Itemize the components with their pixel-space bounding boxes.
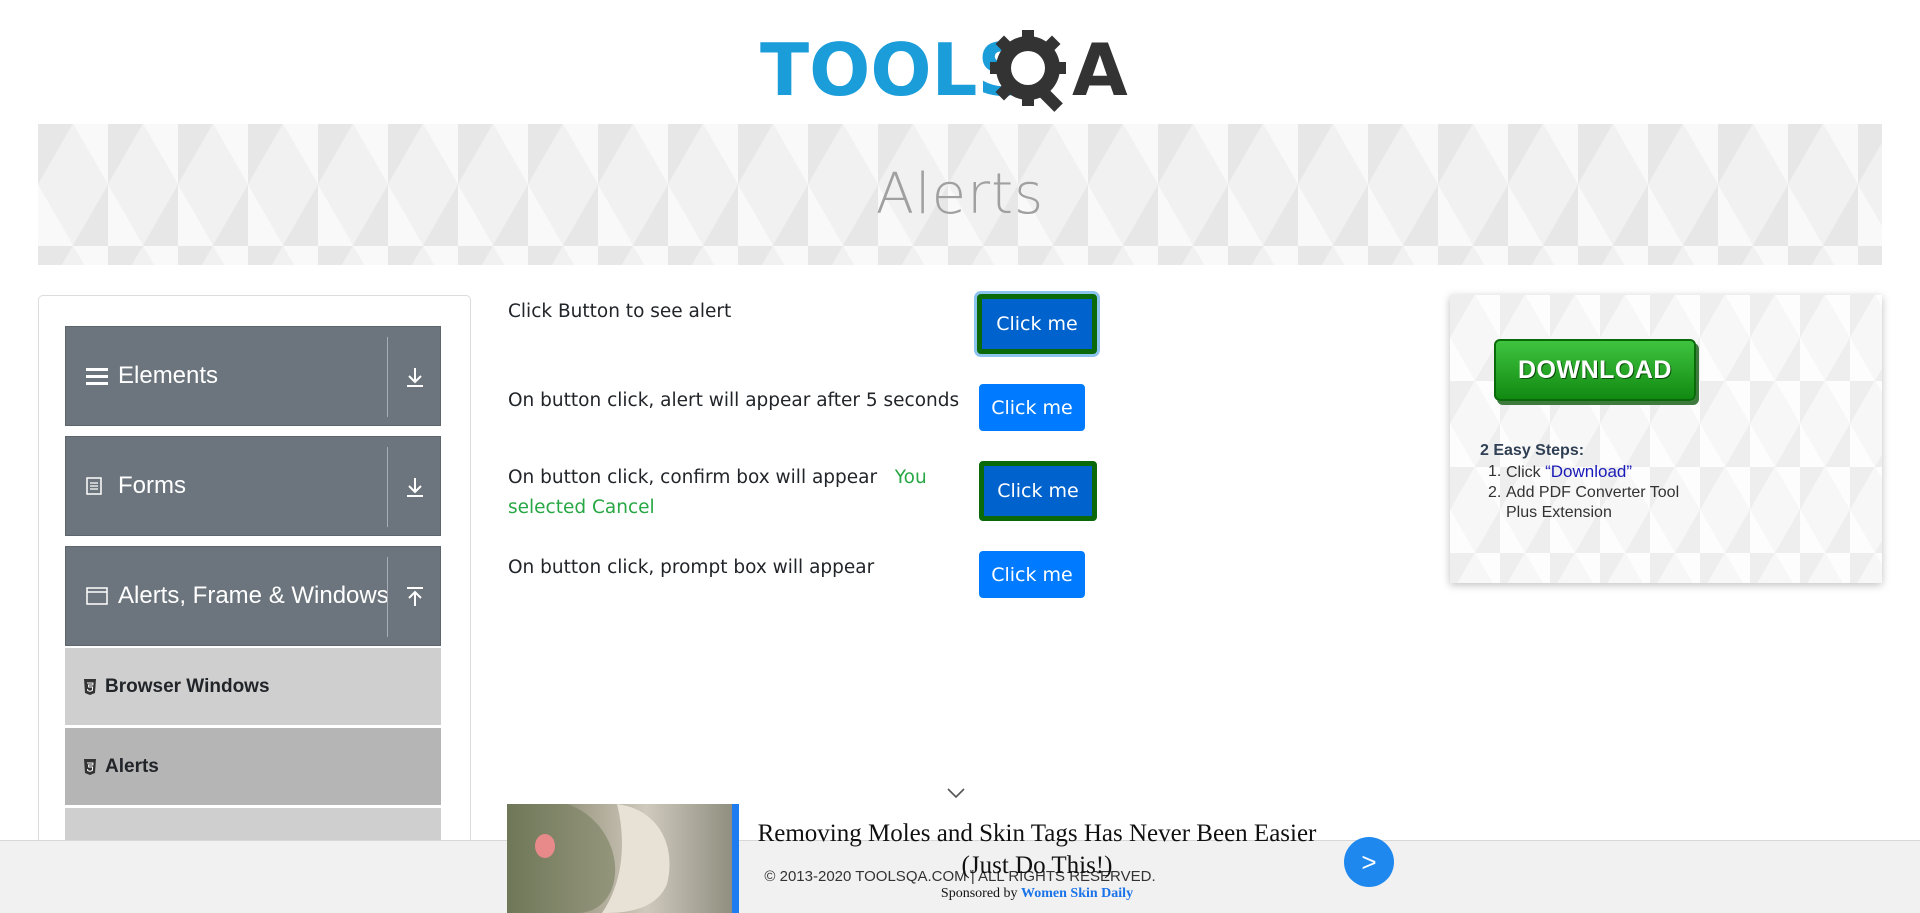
sidebar-group-label: Elements: [118, 362, 219, 389]
sidebar-item-label: Alerts: [105, 755, 159, 777]
ad-image[interactable]: [507, 804, 739, 913]
logo-text-a: A: [1072, 28, 1128, 112]
sidebar: Elements Forms Alerts, Frame & Windows B…: [38, 295, 471, 913]
ad-accent-bar: [732, 804, 739, 913]
upload-arrow-icon[interactable]: [400, 582, 430, 612]
page-banner: Alerts: [38, 124, 1882, 265]
steps-title: 2 Easy Steps:: [1480, 442, 1585, 459]
prompt-button[interactable]: Click me: [979, 551, 1085, 598]
window-icon: [86, 587, 112, 605]
toolsqa-logo[interactable]: TOOLS A: [760, 18, 1165, 113]
sidebar-group-label: Forms: [118, 472, 186, 499]
confirm-row-text: On button click, confirm box will appear…: [508, 463, 948, 523]
ad-headline[interactable]: Removing Moles and Skin Tags Has Never B…: [747, 818, 1327, 882]
sidebar-group-label: Alerts, Frame & Windows: [118, 582, 389, 609]
divider: [387, 557, 388, 637]
html5-icon: [83, 758, 97, 775]
steps-list: 1. Click “Download” 2. Add PDF Converter T…: [1488, 462, 1680, 523]
step-1-link[interactable]: “Download”: [1545, 462, 1632, 481]
ad-sponsor-name[interactable]: Women Skin Daily: [1021, 886, 1133, 901]
ad-next-button[interactable]: >: [1344, 837, 1394, 887]
sidebar-item-label: Browser Windows: [105, 675, 270, 697]
download-ad-button[interactable]: DOWNLOAD: [1494, 339, 1696, 401]
download-arrow-icon[interactable]: [400, 362, 430, 392]
sidebar-group-alerts-frame-windows[interactable]: Alerts, Frame & Windows: [65, 546, 441, 646]
sidebar-group-forms[interactable]: Forms: [65, 436, 441, 536]
timer-alert-button[interactable]: Click me: [979, 384, 1085, 431]
bottom-ad[interactable]: Removing Moles and Skin Tags Has Never B…: [507, 804, 1407, 913]
sidebar-group-elements[interactable]: Elements: [65, 326, 441, 426]
download-arrow-icon[interactable]: [400, 472, 430, 502]
step-2: 2. Add PDF Converter Tool: [1488, 484, 1680, 501]
ad-sponsor: Sponsored by Women Skin Daily: [940, 886, 1134, 901]
confirm-row-label: On button click, confirm box will appear: [508, 467, 878, 488]
logo-text-tools: TOOLS: [760, 28, 1029, 112]
page-title: Alerts: [875, 162, 1045, 227]
divider: [387, 447, 388, 527]
alert-row-1-text: Click Button to see alert: [508, 301, 732, 322]
confirm-button[interactable]: Click me: [979, 461, 1097, 521]
sidebar-item-alerts[interactable]: Alerts: [65, 728, 441, 805]
timer-alert-row-text: On button click, alert will appear after…: [508, 390, 960, 411]
step-1: 1. Click “Download”: [1488, 462, 1633, 481]
prompt-row-text: On button click, prompt box will appear: [508, 557, 875, 578]
chevron-down-icon[interactable]: [946, 786, 966, 800]
sidebar-item-browser-windows[interactable]: Browser Windows: [65, 648, 441, 725]
html5-icon: [83, 678, 97, 695]
right-ad[interactable]: DOWNLOAD 2 Easy Steps: 1. Click “Download…: [1450, 295, 1882, 583]
form-icon: [86, 477, 112, 495]
divider: [387, 337, 388, 417]
step-2-cont: Plus Extension: [1506, 504, 1612, 521]
alert-button[interactable]: Click me: [977, 294, 1097, 354]
menu-icon: [86, 366, 112, 386]
